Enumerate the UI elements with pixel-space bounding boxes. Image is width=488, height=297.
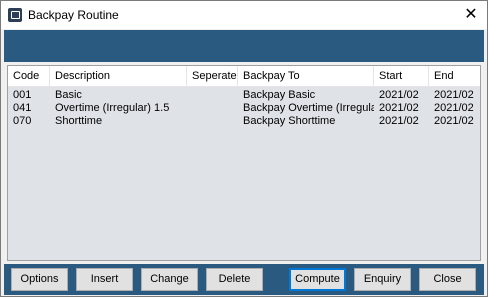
cell-description: Basic — [55, 89, 82, 101]
cell-start: 2021/02 — [379, 102, 419, 114]
window-title: Backpay Routine — [28, 8, 119, 22]
enquiry-button[interactable]: Enquiry — [354, 268, 411, 291]
backpay-routine-window: Backpay Routine ✕ Code Description Seper… — [0, 0, 488, 297]
column-header-seperate[interactable]: Seperate — [187, 66, 238, 87]
title-bar: Backpay Routine ✕ — [1, 1, 487, 29]
cell-description: Shorttime — [55, 115, 103, 127]
cell-code: 070 — [13, 115, 32, 127]
options-button[interactable]: Options — [11, 268, 68, 291]
column-header-code[interactable]: Code — [8, 66, 50, 87]
button-bar: Options Insert Change Delete Compute Enq… — [4, 264, 484, 295]
column-header-start[interactable]: Start — [374, 66, 429, 87]
table-row[interactable]: 070 Shorttime Backpay Shorttime 2021/02 … — [8, 115, 480, 128]
cell-description: Overtime (Irregular) 1.5 — [55, 102, 170, 114]
app-icon — [8, 8, 22, 22]
cell-start: 2021/02 — [379, 89, 419, 101]
table-row[interactable]: 001 Basic Backpay Basic 2021/02 2021/02 — [8, 89, 480, 102]
cell-end: 2021/02 — [434, 89, 474, 101]
cell-seperate — [187, 115, 238, 128]
cell-code: 001 — [13, 89, 32, 101]
column-header-end[interactable]: End — [429, 66, 480, 87]
cell-backpay-to: Backpay Shorttime — [243, 115, 336, 127]
cell-start: 2021/02 — [379, 115, 419, 127]
change-button[interactable]: Change — [141, 268, 198, 291]
compute-button[interactable]: Compute — [289, 268, 346, 291]
header-band — [4, 30, 484, 62]
cell-end: 2021/02 — [434, 115, 474, 127]
column-header-description[interactable]: Description — [50, 66, 187, 87]
delete-button[interactable]: Delete — [206, 268, 263, 291]
backpay-grid[interactable]: Code Description Seperate Backpay To Sta… — [7, 65, 481, 261]
insert-button[interactable]: Insert — [76, 268, 133, 291]
close-icon[interactable]: ✕ — [455, 1, 487, 29]
cell-backpay-to: Backpay Basic — [243, 89, 316, 101]
cell-end: 2021/02 — [434, 102, 474, 114]
grid-header: Code Description Seperate Backpay To Sta… — [8, 66, 480, 87]
cell-backpay-to: Backpay Overtime (Irregular) — [243, 102, 374, 114]
cell-code: 041 — [13, 102, 32, 114]
column-header-backpay-to[interactable]: Backpay To — [238, 66, 374, 87]
cell-seperate — [187, 89, 238, 102]
close-button[interactable]: Close — [419, 268, 476, 291]
table-row[interactable]: 041 Overtime (Irregular) 1.5 Backpay Ove… — [8, 102, 480, 115]
cell-seperate — [187, 102, 238, 115]
